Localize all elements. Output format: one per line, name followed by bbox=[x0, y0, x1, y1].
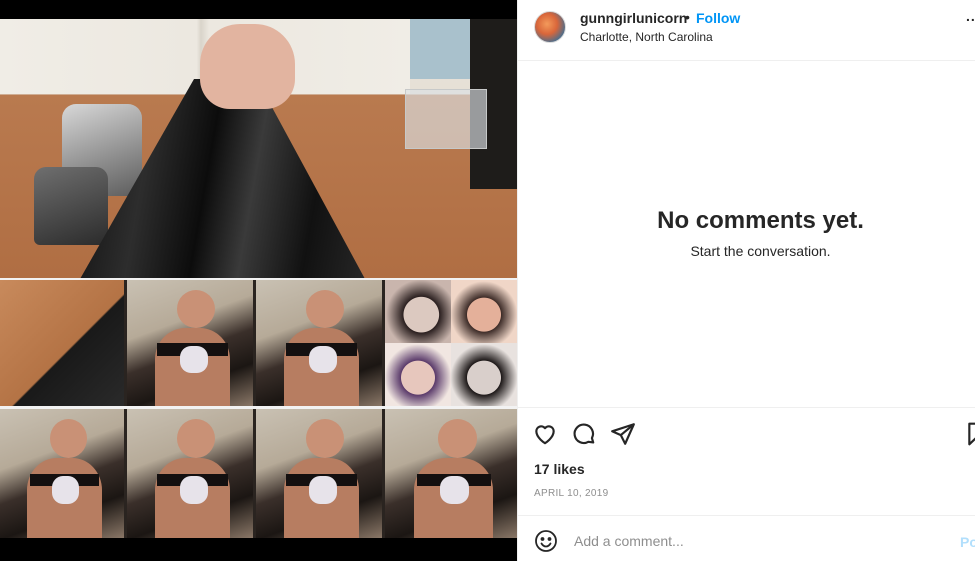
figure-head bbox=[306, 290, 345, 328]
collage-photo-selfie-6 bbox=[385, 409, 517, 538]
figure-head bbox=[306, 419, 345, 458]
no-comments-title: No comments yet. bbox=[657, 207, 864, 234]
collage-photo-selfie-5 bbox=[256, 409, 382, 538]
plush-toy bbox=[52, 476, 80, 505]
comment-input[interactable] bbox=[572, 526, 946, 556]
wall-area bbox=[410, 19, 470, 79]
heart-icon[interactable] bbox=[532, 421, 560, 449]
collage-photo-legs bbox=[0, 19, 517, 278]
post-media[interactable] bbox=[0, 0, 517, 561]
action-bar: 17 likes APRIL 10, 2019 bbox=[518, 407, 975, 516]
collage-photo-selfie-3 bbox=[0, 409, 124, 538]
share-icon[interactable] bbox=[610, 421, 638, 449]
bookmark-icon[interactable] bbox=[965, 421, 975, 449]
no-comments-subtitle: Start the conversation. bbox=[690, 243, 831, 259]
collage-photo-selfie-4 bbox=[127, 409, 253, 538]
follow-button[interactable]: Follow bbox=[696, 10, 740, 26]
comment-icon[interactable] bbox=[571, 421, 599, 449]
likes-count[interactable]: 17 likes bbox=[534, 461, 585, 477]
avatar[interactable] bbox=[534, 11, 566, 43]
separator-dot: • bbox=[685, 9, 690, 25]
plush-toy bbox=[179, 345, 208, 374]
plush-toy bbox=[440, 476, 470, 505]
figure-head bbox=[177, 290, 216, 328]
figure-head bbox=[177, 419, 216, 458]
post-date: APRIL 10, 2019 bbox=[534, 488, 609, 499]
collage-photo-faces bbox=[385, 280, 517, 406]
post-details-panel: gunngirlunicorn • Follow Charlotte, Nort… bbox=[517, 0, 975, 561]
photo-collage bbox=[0, 19, 517, 538]
location-link[interactable]: Charlotte, North Carolina bbox=[580, 30, 713, 44]
face-2 bbox=[451, 280, 517, 343]
plush-toy bbox=[308, 345, 337, 374]
collage-photo-floor bbox=[0, 280, 124, 406]
collage-photo-selfie-1 bbox=[127, 280, 253, 406]
face-3 bbox=[385, 343, 451, 406]
comment-bar: Post bbox=[518, 515, 975, 562]
post-comment-button[interactable]: Post bbox=[960, 534, 975, 550]
face-4 bbox=[451, 343, 517, 406]
plush-toy bbox=[308, 476, 337, 505]
plush-toy bbox=[179, 476, 208, 505]
figure-head bbox=[437, 419, 478, 458]
more-options-icon[interactable]: ... bbox=[966, 8, 975, 24]
figure-head bbox=[49, 419, 87, 458]
post-header: gunngirlunicorn • Follow Charlotte, Nort… bbox=[518, 0, 975, 61]
username-link[interactable]: gunngirlunicorn bbox=[580, 10, 687, 26]
face-1 bbox=[385, 280, 451, 343]
storage-bin bbox=[405, 89, 487, 149]
dark-boot bbox=[34, 167, 108, 245]
emoji-icon[interactable] bbox=[534, 529, 560, 555]
collage-photo-selfie-2 bbox=[256, 280, 382, 406]
feet bbox=[200, 24, 295, 109]
